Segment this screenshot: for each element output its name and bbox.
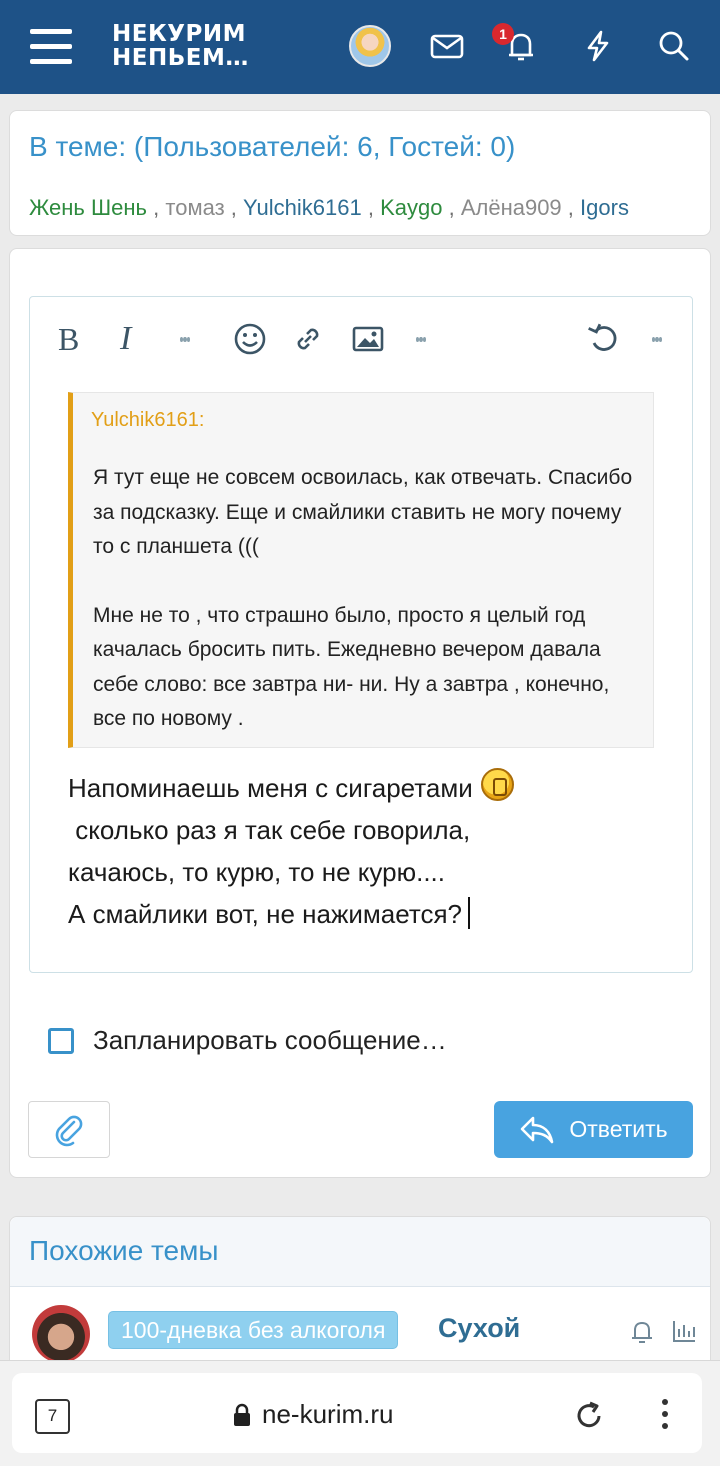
separator: ,: [567, 195, 574, 220]
separator: ,: [153, 195, 160, 220]
lock-icon: [234, 1403, 250, 1426]
message-line: сколько раз я так себе говорила,: [68, 815, 471, 845]
more-icon[interactable]: [180, 319, 190, 359]
menu-icon[interactable]: [30, 29, 72, 65]
lightning-icon[interactable]: [580, 28, 616, 64]
more-icon[interactable]: [416, 319, 426, 359]
online-user[interactable]: Kaygo: [380, 195, 442, 220]
notification-badge: 1: [492, 23, 514, 45]
online-user[interactable]: Yulchik6161: [243, 195, 362, 220]
text-caret: [468, 897, 470, 929]
online-user[interactable]: Жень Шень: [29, 195, 147, 220]
online-user[interactable]: Igors: [580, 195, 629, 220]
message-line: качаюсь, то курю, то не курю....: [68, 857, 445, 887]
thread-icons: [628, 1317, 698, 1345]
thread-title[interactable]: Сухой: [438, 1313, 520, 1344]
message-line: А смайлики вот, не нажимается?: [68, 899, 462, 929]
message-text[interactable]: Напоминаешь меня с сигаретами сколько ра…: [68, 767, 678, 935]
browser-toolbar: 7 ne-kurim.ru: [0, 1360, 720, 1466]
separator: ,: [448, 195, 455, 220]
schedule-option[interactable]: Запланировать сообщение…: [48, 1025, 447, 1056]
tab-switcher-button[interactable]: 7: [35, 1399, 70, 1434]
online-users-card: В теме: (Пользователей: 6, Гостей: 0) Же…: [9, 110, 711, 236]
separator: ,: [230, 195, 237, 220]
logo-line2: НЕПЬЕМ…: [112, 45, 249, 71]
online-user[interactable]: томаз: [165, 195, 224, 220]
quote-paragraph: Я тут еще не совсем освоилась, как отвеч…: [93, 466, 633, 558]
address-bar[interactable]: ne-kurim.ru: [232, 1399, 393, 1430]
logo-line1: НЕКУРИМ: [112, 21, 246, 47]
reply-button-label: Ответить: [569, 1116, 668, 1142]
mail-icon[interactable]: [429, 28, 465, 64]
message-line: Напоминаешь меня с сигаретами: [68, 773, 473, 803]
search-icon[interactable]: [656, 28, 692, 64]
quote-paragraph: Мне не то , что страшно было, просто я ц…: [93, 603, 610, 731]
online-user[interactable]: Алёна909: [461, 195, 562, 220]
thread-prefix[interactable]: 100-дневка без алкоголя: [108, 1311, 399, 1349]
paperclip-icon: [55, 1115, 83, 1146]
online-title: В теме: (Пользователей: 6, Гостей: 0): [29, 131, 516, 162]
reload-icon[interactable]: [572, 1399, 606, 1433]
stats-icon[interactable]: [670, 1317, 698, 1345]
image-icon[interactable]: [348, 319, 388, 359]
site-header: НЕКУРИМ НЕПЬЕМ… 1: [0, 0, 720, 94]
separator: ,: [367, 195, 374, 220]
undo-icon[interactable]: [584, 319, 624, 359]
reply-icon: [521, 1116, 554, 1143]
similar-threads-header: Похожие темы: [10, 1217, 710, 1287]
online-users-list: Жень Шень , томаз , Yulchik6161 , Kaygo …: [29, 195, 629, 221]
bell-icon[interactable]: [628, 1317, 656, 1345]
smiley-thumbs-icon: [480, 768, 514, 801]
quote-body: Я тут еще не совсем освоилась, как отвеч…: [93, 461, 643, 737]
quote-author[interactable]: Yulchik6161:: [91, 409, 204, 432]
reply-button[interactable]: Ответить: [494, 1101, 693, 1158]
avatar[interactable]: [349, 25, 391, 67]
url-text: ne-kurim.ru: [262, 1399, 394, 1429]
schedule-label[interactable]: Запланировать сообщение…: [93, 1025, 447, 1056]
quote-block: Yulchik6161: Я тут еще не совсем освоила…: [68, 392, 654, 748]
message-editor[interactable]: B I Yulchik6161: Я тут еще не совсем осв…: [29, 296, 693, 973]
avatar[interactable]: [32, 1305, 90, 1363]
italic-button[interactable]: I: [120, 319, 131, 359]
schedule-checkbox[interactable]: [48, 1027, 74, 1054]
more-icon[interactable]: [652, 319, 662, 359]
similar-threads-title: Похожие темы: [29, 1235, 219, 1266]
browser-menu-icon[interactable]: [660, 1399, 670, 1435]
site-logo[interactable]: НЕКУРИМ НЕПЬЕМ…: [112, 22, 249, 70]
editor-toolbar: B I: [30, 297, 692, 383]
link-icon[interactable]: [288, 319, 328, 359]
bold-button[interactable]: B: [58, 319, 79, 359]
attach-button[interactable]: [28, 1101, 110, 1158]
smiley-icon[interactable]: [230, 319, 270, 359]
reply-form-card: B I Yulchik6161: Я тут еще не совсем осв…: [9, 248, 711, 1178]
